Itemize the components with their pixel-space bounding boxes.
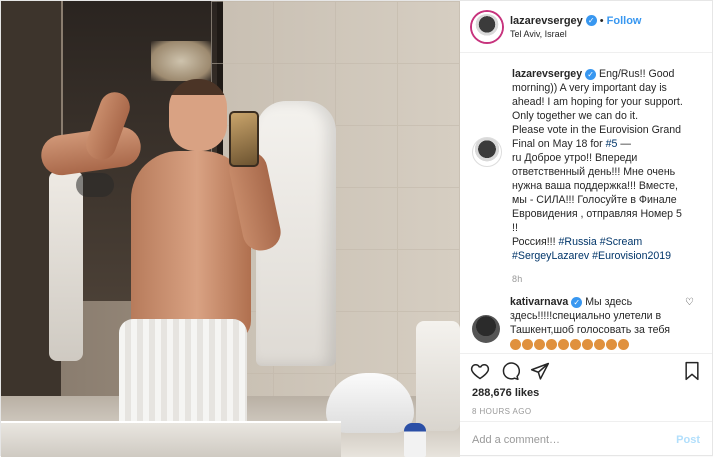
clapping-emoji-icon: [618, 339, 629, 350]
comment-line: Ташкент,шоб голосовать за тебя: [510, 324, 670, 336]
commenter-username[interactable]: kativarnava: [510, 296, 568, 308]
comment-emojis: [510, 339, 690, 350]
caption-time[interactable]: 8h: [512, 274, 700, 284]
add-comment-bar: Post: [460, 421, 712, 457]
clapping-emoji-icon: [546, 339, 557, 350]
clapping-emoji-icon: [570, 339, 581, 350]
post-sidebar: lazarevsergey ✓ • Follow Tel Aviv, Israe…: [460, 1, 712, 457]
post-comment-button[interactable]: Post: [676, 434, 700, 446]
comment-like-heart-icon[interactable]: ♡: [685, 297, 694, 308]
clapping-emoji-icon: [522, 339, 533, 350]
author-row: lazarevsergey ✓ • Follow: [510, 15, 641, 27]
post-caption: lazarevsergey ✓ Eng/Rus!! Good morning))…: [472, 67, 700, 263]
hashtag-link[interactable]: #Russia: [559, 236, 597, 248]
heart-icon[interactable]: [470, 361, 490, 381]
share-icon[interactable]: [530, 361, 550, 381]
bookmark-icon[interactable]: [682, 361, 702, 381]
caption-line: Final on May 18 for: [512, 138, 603, 150]
photo-towel-rail: [416, 321, 460, 431]
caption-line: Please vote in the Eurovision Grand: [512, 124, 682, 136]
caption-line: Евровидения , отправляя Номер 5 !!: [512, 208, 682, 234]
author-username[interactable]: lazarevsergey: [510, 15, 583, 27]
header-separator: •: [599, 14, 604, 27]
hashtag-link[interactable]: #Scream: [600, 236, 642, 248]
hashtag-link[interactable]: #5: [606, 138, 618, 150]
comment-input[interactable]: [472, 433, 677, 446]
verified-badge-icon: ✓: [571, 297, 583, 308]
hashtag-link[interactable]: #SergeyLazarev: [512, 250, 589, 262]
commenter-avatar[interactable]: [472, 315, 500, 343]
post-timestamp[interactable]: 8 HOURS AGO: [460, 403, 712, 421]
post-header: lazarevsergey ✓ • Follow Tel Aviv, Israe…: [460, 1, 712, 53]
instagram-post: lazarevsergey ✓ • Follow Tel Aviv, Israe…: [0, 0, 713, 457]
caption-line: Eng/Rus!! Good: [599, 68, 675, 80]
caption-line: morning)) A very important day is: [512, 82, 667, 94]
caption-line: Россия!!!: [512, 236, 556, 248]
clapping-emoji-icon: [606, 339, 617, 350]
caption-line: ahead! I am hoping for your support.: [512, 96, 683, 108]
action-bar: [460, 353, 712, 387]
clapping-emoji-icon: [510, 339, 521, 350]
caption-username[interactable]: lazarevsergey: [512, 68, 582, 80]
verified-badge-icon: ✓: [585, 15, 597, 26]
caption-line: Only together we can do it.: [512, 110, 639, 122]
caption-line: мы - СИЛА!!! Голосуйте в Финале: [512, 194, 677, 206]
author-info: lazarevsergey ✓ • Follow Tel Aviv, Israe…: [510, 15, 641, 39]
photo-sink: [1, 421, 341, 457]
clapping-emoji-icon: [558, 339, 569, 350]
post-photo[interactable]: [1, 1, 460, 457]
caption-text: lazarevsergey ✓ Eng/Rus!! Good morning))…: [512, 67, 690, 263]
clapping-emoji-icon: [594, 339, 605, 350]
photo-robe-left: [49, 171, 83, 361]
photo-bottle: [404, 423, 426, 457]
comment-line: здесь!!!!!специально улетели в: [510, 310, 662, 322]
caption-line: ответственный день!!! Мне очень: [512, 166, 676, 178]
clapping-emoji-icon: [534, 339, 545, 350]
comment-text: kativarnava ✓ Мы здесь здесь!!!!!специал…: [510, 295, 690, 350]
caption-avatar[interactable]: [472, 137, 502, 167]
clapping-emoji-icon: [582, 339, 593, 350]
author-avatar[interactable]: [472, 11, 502, 42]
comments-section: lazarevsergey ✓ Eng/Rus!! Good morning))…: [460, 53, 712, 353]
photo-tattoo: [76, 173, 114, 197]
comment-icon[interactable]: [500, 361, 520, 381]
follow-button[interactable]: Follow: [607, 15, 642, 27]
comment-item: kativarnava ✓ Мы здесь здесь!!!!!специал…: [472, 295, 700, 350]
caption-dash: —: [620, 138, 631, 150]
post-location[interactable]: Tel Aviv, Israel: [510, 29, 641, 39]
caption-line: ru Доброе утро!! Впереди: [512, 152, 638, 164]
like-count[interactable]: 288,676 likes: [460, 387, 712, 403]
photo-light: [151, 41, 211, 81]
caption-line: нужна ваша поддержка!!! Вместе,: [512, 180, 678, 192]
comment-line: Мы здесь: [585, 296, 633, 308]
photo-person-head: [169, 79, 227, 151]
photo-phone: [229, 111, 259, 167]
hashtag-link[interactable]: #Eurovision2019: [592, 250, 671, 262]
verified-badge-icon: ✓: [585, 69, 597, 80]
